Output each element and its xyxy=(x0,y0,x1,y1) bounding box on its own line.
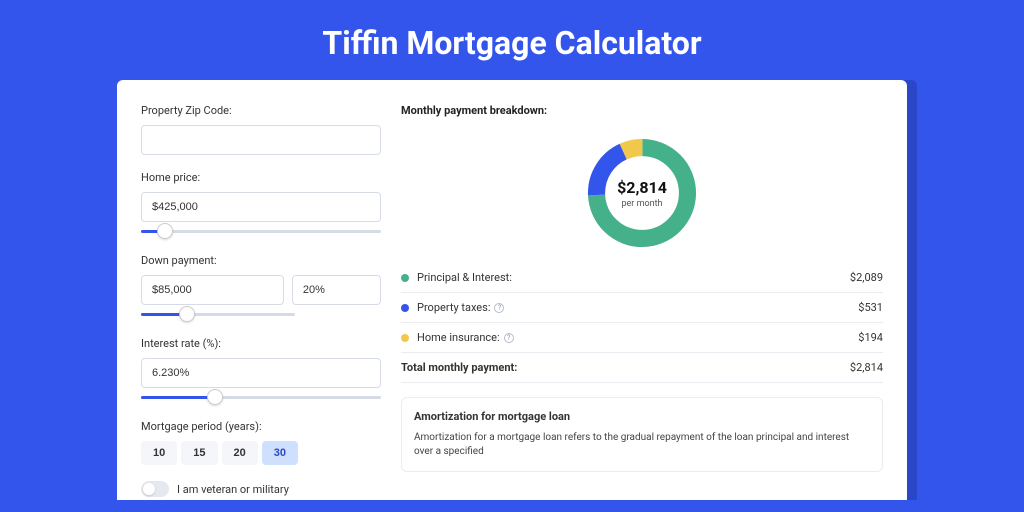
interest-rate-field: Interest rate (%): xyxy=(141,337,381,404)
mortgage-period-option-15[interactable]: 15 xyxy=(181,441,217,465)
home-price-input[interactable] xyxy=(141,192,381,222)
down-payment-percent-input[interactable] xyxy=(292,275,381,305)
down-payment-amount-input[interactable] xyxy=(141,275,284,305)
home-price-label: Home price: xyxy=(141,171,381,184)
mortgage-period-option-10[interactable]: 10 xyxy=(141,441,177,465)
veteran-label: I am veteran or military xyxy=(177,483,289,496)
legend-label-total: Total monthly payment: xyxy=(401,361,517,374)
legend-dot-icon xyxy=(401,334,409,342)
donut-chart-wrap: $2,814 per month xyxy=(401,129,883,263)
legend-label-ins: Home insurance: xyxy=(417,331,500,344)
legend-dot-icon xyxy=(401,274,409,282)
veteran-row: I am veteran or military xyxy=(141,481,381,497)
calculator-card: Property Zip Code: Home price: Down paym… xyxy=(117,80,907,500)
legend-row-tax: Property taxes: ? $531 xyxy=(401,293,883,323)
legend-row-ins: Home insurance: ? $194 xyxy=(401,323,883,353)
legend-row-total: Total monthly payment: $2,814 xyxy=(401,353,883,383)
down-payment-field: Down payment: xyxy=(141,254,381,321)
legend-label-pi: Principal & Interest: xyxy=(417,271,512,284)
toggle-knob-icon xyxy=(143,483,155,495)
legend-value-pi: $2,089 xyxy=(850,271,883,284)
zip-label: Property Zip Code: xyxy=(141,104,381,117)
breakdown-title: Monthly payment breakdown: xyxy=(401,104,883,117)
interest-rate-label: Interest rate (%): xyxy=(141,337,381,350)
donut-amount: $2,814 xyxy=(617,178,667,197)
legend-value-tax: $531 xyxy=(858,301,883,314)
form-panel: Property Zip Code: Home price: Down paym… xyxy=(141,104,381,500)
veteran-toggle[interactable] xyxy=(141,481,169,497)
mortgage-period-option-20[interactable]: 20 xyxy=(222,441,258,465)
legend-row-pi: Principal & Interest: $2,089 xyxy=(401,263,883,293)
legend-value-ins: $194 xyxy=(858,331,883,344)
down-payment-label: Down payment: xyxy=(141,254,381,267)
info-icon[interactable]: ? xyxy=(504,333,514,343)
mortgage-period-label: Mortgage period (years): xyxy=(141,420,381,433)
zip-input[interactable] xyxy=(141,125,381,155)
page-title: Tiffin Mortgage Calculator xyxy=(0,0,1024,80)
down-payment-slider[interactable] xyxy=(141,309,295,321)
donut-chart: $2,814 per month xyxy=(582,133,702,253)
interest-rate-slider[interactable] xyxy=(141,392,381,404)
amortization-text: Amortization for a mortgage loan refers … xyxy=(414,431,870,459)
mortgage-period-group: 10 15 20 30 xyxy=(141,441,381,465)
donut-center: $2,814 per month xyxy=(582,133,702,253)
amortization-box: Amortization for mortgage loan Amortizat… xyxy=(401,397,883,472)
home-price-field: Home price: xyxy=(141,171,381,238)
home-price-slider[interactable] xyxy=(141,226,381,238)
legend-dot-icon xyxy=(401,304,409,312)
info-icon[interactable]: ? xyxy=(494,303,504,313)
breakdown-panel: Monthly payment breakdown: $2,814 per mo… xyxy=(401,104,883,500)
legend-label-tax: Property taxes: xyxy=(417,301,490,314)
mortgage-period-field: Mortgage period (years): 10 15 20 30 xyxy=(141,420,381,465)
donut-sub: per month xyxy=(621,199,662,209)
amortization-title: Amortization for mortgage loan xyxy=(414,410,870,423)
interest-rate-input[interactable] xyxy=(141,358,381,388)
mortgage-period-option-30[interactable]: 30 xyxy=(262,441,298,465)
zip-field: Property Zip Code: xyxy=(141,104,381,155)
legend-value-total: $2,814 xyxy=(850,361,883,374)
